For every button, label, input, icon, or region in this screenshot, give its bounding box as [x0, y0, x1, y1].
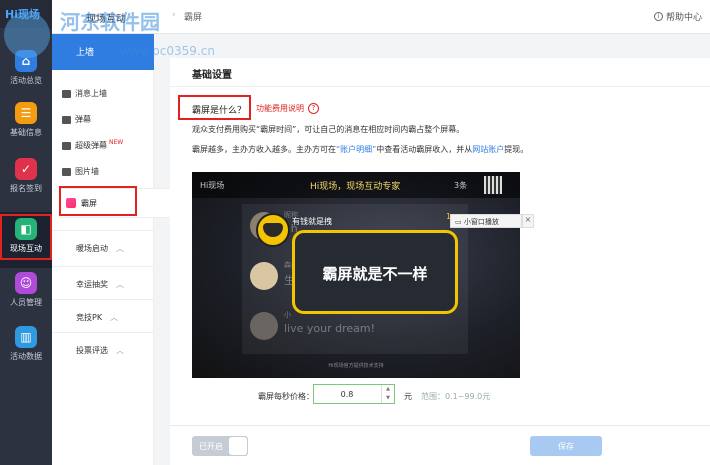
- divider: [170, 86, 710, 87]
- group-label: 幸运抽奖: [76, 280, 108, 289]
- subnav-item-danmaku[interactable]: 弹幕: [62, 114, 91, 125]
- highlight-box: [59, 186, 137, 216]
- chevron-up-icon: ︿: [110, 313, 119, 322]
- question-icon: ?: [308, 103, 319, 114]
- toggle-label: 已开启: [199, 442, 223, 451]
- subnav-item-super-danmaku[interactable]: 超级弹幕 NEW: [62, 139, 124, 151]
- description-line-2: 霸屏越多，主办方收入越多。主办方可在“账户明细”中查看活动霸屏收入，并从网站账户…: [192, 144, 528, 155]
- sidebar-item-basic-info[interactable]: ☰ 基础信息: [0, 96, 52, 152]
- danmaku-icon: [62, 115, 71, 124]
- stepper-arrows[interactable]: ▲ ▼: [381, 385, 394, 403]
- small-window-play-button[interactable]: ▭ 小窗口播放: [450, 214, 522, 228]
- bar-chart-icon: ▥: [15, 326, 37, 348]
- window-icon: ▭: [455, 218, 462, 226]
- sidebar-item-label: 活动总览: [10, 76, 42, 85]
- sidebar-item-label: 人员管理: [10, 298, 42, 307]
- sidebar-item-label: 活动数据: [10, 352, 42, 361]
- sender-avatar: [256, 213, 290, 247]
- help-center-link[interactable]: i 帮助中心: [653, 10, 702, 23]
- highlight-box: [178, 95, 251, 120]
- subnav-item-photo-wall[interactable]: 图片墙: [62, 166, 99, 177]
- description-line-1: 观众支付费用购买“霸屏时间”，可让自己的消息在相应时间内霸占整个屏幕。: [192, 125, 465, 134]
- image-icon: [62, 167, 71, 176]
- chevron-up-icon: ︿: [116, 346, 124, 355]
- chevron-up-icon: ︿: [116, 280, 124, 289]
- close-icon[interactable]: ×: [522, 214, 534, 228]
- fee-link-label: 功能费用说明: [256, 104, 304, 113]
- qr-code-icon: [484, 176, 502, 194]
- group-label: 竞技PK: [76, 313, 103, 322]
- group-label: 投票评选: [76, 346, 108, 355]
- super-danmaku-icon: [62, 141, 71, 150]
- subnav-item-label: 图片墙: [75, 167, 99, 176]
- message-author: 小: [284, 311, 291, 319]
- small-window-label: 小窗口播放: [463, 218, 499, 226]
- avatar: [250, 312, 278, 340]
- bapin-preview: Hi现场 Hi现场，现场互动专家 3条 昵称 oh 森森 生 小 live yo…: [192, 172, 520, 378]
- bapin-message: 霸屏就是不一样: [322, 265, 428, 283]
- watermark-url: www.pc0359.cn: [120, 44, 215, 58]
- sender-name: 有钱就是拽: [292, 217, 332, 226]
- sidebar-item-people[interactable]: ☺ 人员管理: [0, 266, 52, 322]
- description-text: 霸屏越多，主办方收入越多。主办方可在: [192, 145, 336, 154]
- subnav-group-pk[interactable]: 竞技PK ︿: [52, 299, 154, 335]
- price-input[interactable]: [315, 386, 379, 402]
- preview-footer: Hi现场官方提供技术支持: [328, 363, 384, 369]
- watermark-logo: [4, 12, 50, 58]
- subnav-item-label: 弹幕: [75, 115, 91, 124]
- sidebar-item-label: 基础信息: [10, 128, 42, 137]
- price-label: 霸屏每秒价格：: [258, 392, 314, 401]
- sidebar-item-label: 报名签到: [10, 184, 42, 193]
- breadcrumb: 霸屏: [184, 13, 203, 23]
- price-stepper[interactable]: ▲▼: [313, 384, 395, 404]
- website-account-link[interactable]: 网站账户: [472, 145, 504, 154]
- section-title: 基础设置: [192, 70, 232, 81]
- avatar: [250, 262, 278, 290]
- help-label: 帮助中心: [665, 13, 702, 23]
- subnav-item-label: 消息上墙: [75, 89, 107, 98]
- preview-header: Hi现场 Hi现场，现场互动专家 3条: [192, 172, 520, 198]
- breadcrumb-separator: ›: [172, 10, 176, 20]
- bapin-bubble: 霸屏就是不一样: [292, 230, 458, 314]
- watermark-text: 河东软件园: [60, 10, 160, 34]
- group-label: 暖场启动: [76, 244, 108, 253]
- face-icon: [263, 223, 283, 237]
- new-badge: NEW: [109, 139, 124, 146]
- toggle-knob: [229, 437, 247, 455]
- subnav-group-vote[interactable]: 投票评选 ︿: [52, 332, 154, 368]
- save-button[interactable]: 保存: [530, 436, 602, 456]
- subnav-group-lottery[interactable]: 幸运抽奖 ︿: [52, 266, 154, 302]
- info-icon: i: [653, 12, 663, 21]
- highlight-box: [0, 214, 52, 260]
- list-item: 小 live your dream!: [250, 308, 460, 348]
- sidebar-item-signup[interactable]: ✓ 报名签到: [0, 152, 52, 208]
- price-range-hint: 范围：0.1~99.0元: [421, 392, 491, 401]
- enable-toggle[interactable]: 已开启: [192, 436, 248, 456]
- subnav-item-label: 超级弹幕: [75, 141, 107, 150]
- calendar-check-icon: ✓: [15, 158, 37, 180]
- document-icon: ☰: [15, 102, 37, 124]
- settings-panel: 基础设置 霸屏是什么？ 功能费用说明 ? 观众支付费用购买“霸屏时间”，可让自己…: [170, 58, 710, 465]
- person-icon: ☺: [15, 272, 37, 294]
- chevron-up-icon: ︿: [116, 244, 124, 253]
- subnav-group-warmup[interactable]: 暖场启动 ︿: [52, 230, 154, 266]
- account-detail-link[interactable]: “账户明细”: [336, 145, 376, 154]
- fee-explanation-link[interactable]: 功能费用说明 ?: [256, 103, 319, 114]
- preview-logo: Hi现场: [200, 181, 225, 190]
- description-text: 中查看活动霸屏收入，并从: [376, 145, 473, 154]
- description-text: 提现。: [504, 145, 529, 154]
- price-unit: 元: [404, 392, 412, 401]
- sub-navigation: 上墙 消息上墙 弹幕 超级弹幕 NEW 图片墙 霸屏 暖场启动 ︿ 幸运抽奖 ︿ 竞…: [52, 34, 202, 465]
- action-bar: 已开启 保存: [170, 425, 710, 465]
- sidebar-item-data[interactable]: ▥ 活动数据: [0, 320, 52, 376]
- monitor-icon: [62, 89, 71, 98]
- message-text: live your dream!: [284, 322, 376, 335]
- preview-title: Hi现场，现场互动专家: [310, 182, 401, 192]
- preview-count: 3条: [454, 181, 468, 190]
- subnav-item-message-wall[interactable]: 消息上墙: [62, 88, 107, 99]
